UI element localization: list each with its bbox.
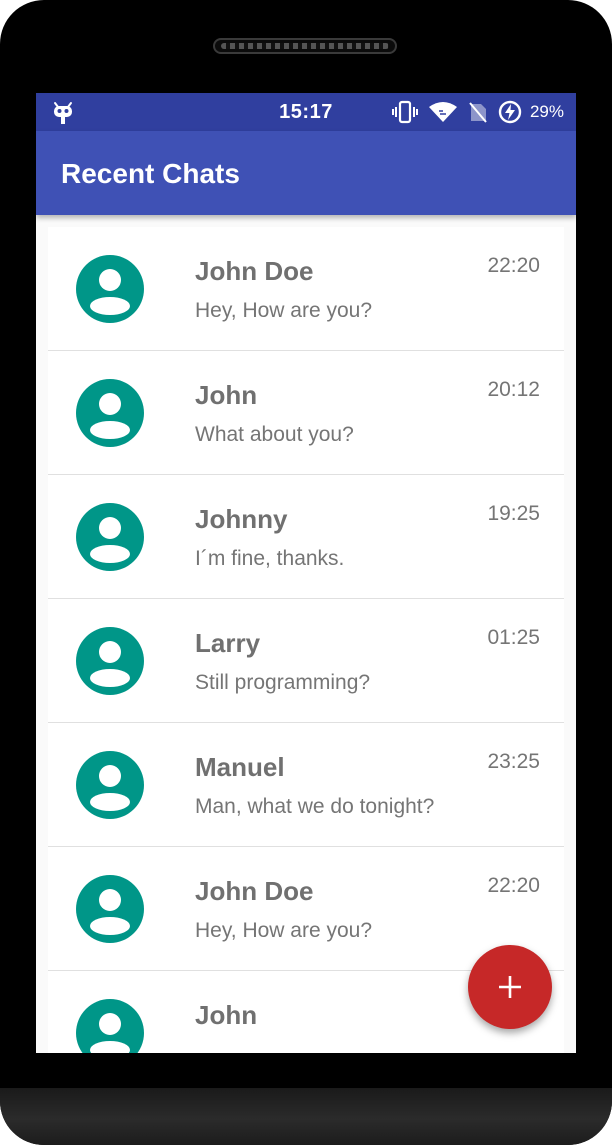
chat-list[interactable]: John Doe Hey, How are you? 22:20 John Wh… [48, 227, 564, 1053]
contact-name: Johnny [195, 504, 288, 534]
message-time: 23:25 [487, 750, 540, 773]
contact-name: John Doe [195, 256, 314, 286]
message-time: 22:20 [487, 874, 540, 897]
last-message: I´m fine, thanks. [195, 547, 345, 570]
phone-frame: 15:17 29% Recent Chats John Doe Hey, How… [0, 0, 612, 1145]
contact-name: Larry [195, 628, 261, 658]
avatar-icon [76, 999, 144, 1053]
contact-name: John Doe [195, 876, 314, 906]
avatar-icon [76, 379, 144, 447]
new-chat-fab-button[interactable] [468, 945, 552, 1029]
avatar-icon [76, 751, 144, 819]
message-time: 01:25 [487, 626, 540, 649]
contact-name: Manuel [195, 752, 285, 782]
chat-list-item[interactable]: John What about you? 20:12 [48, 351, 564, 475]
contact-name: John [195, 380, 258, 410]
message-time: 20:12 [487, 378, 540, 401]
contact-name: John [195, 1000, 258, 1030]
chat-list-item[interactable]: Manuel Man, what we do tonight? 23:25 [48, 723, 564, 847]
last-message: Hey, How are you? [195, 299, 373, 322]
wifi-icon [428, 102, 457, 122]
plus-icon [499, 976, 521, 998]
device-screen: 15:17 29% Recent Chats John Doe Hey, How… [36, 93, 576, 1053]
earpiece-speaker [213, 38, 397, 54]
battery-charging-icon [498, 100, 522, 124]
app-bar: Recent Chats [36, 131, 576, 215]
message-time: 19:25 [487, 502, 540, 525]
battery-percentage: 29% [529, 102, 564, 121]
last-message: Man, what we do tonight? [195, 795, 435, 818]
status-icons: 29% [391, 100, 564, 124]
no-sim-icon [469, 102, 487, 123]
chat-list-item[interactable]: Johnny I´m fine, thanks. 19:25 [48, 475, 564, 599]
message-time: 22:20 [487, 254, 540, 277]
last-message: What about you? [195, 423, 354, 446]
speaker-grille [221, 43, 389, 49]
last-message: Hey, How are you? [195, 919, 373, 942]
avatar-icon [76, 503, 144, 571]
phone-bottom-bezel [0, 1088, 612, 1145]
page-title: Recent Chats [61, 158, 240, 189]
chat-list-item[interactable]: John Doe Hey, How are you? 22:20 [48, 227, 564, 351]
status-bar: 15:17 29% [36, 93, 576, 131]
avatar-icon [76, 875, 144, 943]
avatar-icon [76, 627, 144, 695]
vibrate-icon [391, 100, 418, 124]
chat-list-item[interactable]: Larry Still programming? 01:25 [48, 599, 564, 723]
avatar-icon [76, 255, 144, 323]
last-message: Still programming? [195, 671, 371, 694]
